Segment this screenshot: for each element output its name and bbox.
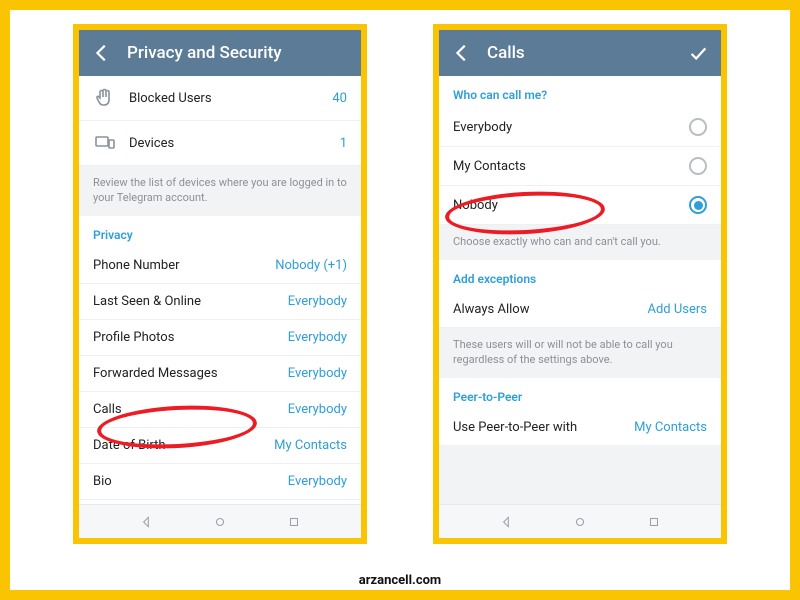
back-arrow-icon[interactable] xyxy=(91,42,113,64)
row-devices[interactable]: Devices 1 xyxy=(79,121,361,166)
row-value: Add Users xyxy=(647,302,707,317)
row-blocked-users[interactable]: Blocked Users 40 xyxy=(79,76,361,121)
row-calls[interactable]: Calls Everybody xyxy=(79,392,361,428)
p2p-header: Peer-to-Peer xyxy=(439,378,721,410)
exceptions-description: These users will or will not be able to … xyxy=(439,328,721,378)
row-phone-number[interactable]: Phone Number Nobody (+1) xyxy=(79,248,361,284)
row-value: Everybody xyxy=(288,366,347,381)
back-arrow-icon[interactable] xyxy=(451,42,473,64)
row-value: My Contacts xyxy=(634,420,707,435)
row-label: Forwarded Messages xyxy=(93,366,288,381)
devices-description: Review the list of devices where you are… xyxy=(79,166,361,216)
phone-privacy: Privacy and Security Blocked Users 40 De… xyxy=(73,24,367,544)
radio-icon[interactable] xyxy=(689,196,707,214)
nav-back-icon[interactable] xyxy=(139,515,153,529)
watermark: arzancell.com xyxy=(10,573,790,588)
row-label: Phone Number xyxy=(93,258,275,273)
row-label: Always Allow xyxy=(453,302,647,317)
check-icon[interactable] xyxy=(687,42,709,64)
row-last-seen[interactable]: Last Seen & Online Everybody xyxy=(79,284,361,320)
row-value: Everybody xyxy=(288,402,347,417)
who-description: Choose exactly who can and can't call yo… xyxy=(439,225,721,260)
row-value: Everybody xyxy=(288,474,347,489)
option-label: My Contacts xyxy=(453,159,689,174)
row-always-allow[interactable]: Always Allow Add Users xyxy=(439,292,721,328)
row-label: Profile Photos xyxy=(93,330,288,345)
nav-home-icon[interactable] xyxy=(213,515,227,529)
spacer xyxy=(439,445,721,504)
row-label: Calls xyxy=(93,402,288,417)
screens-row: Privacy and Security Blocked Users 40 De… xyxy=(10,10,790,544)
row-value: 1 xyxy=(340,136,347,151)
hand-icon xyxy=(93,86,117,110)
appbar-privacy: Privacy and Security xyxy=(79,30,361,76)
option-my-contacts[interactable]: My Contacts xyxy=(439,147,721,186)
row-label: Last Seen & Online xyxy=(93,294,288,309)
content-privacy: Blocked Users 40 Devices 1 Review the li… xyxy=(79,76,361,504)
row-label: Bio xyxy=(93,474,288,489)
option-label: Everybody xyxy=(453,120,689,135)
frame: Privacy and Security Blocked Users 40 De… xyxy=(0,0,800,600)
row-profile-photos[interactable]: Profile Photos Everybody xyxy=(79,320,361,356)
nav-back-icon[interactable] xyxy=(499,515,513,529)
privacy-section-header: Privacy xyxy=(79,216,361,248)
row-value: My Contacts xyxy=(274,438,347,453)
appbar-title: Privacy and Security xyxy=(127,43,349,63)
row-forwarded-messages[interactable]: Forwarded Messages Everybody xyxy=(79,356,361,392)
row-value: 40 xyxy=(332,91,347,106)
option-everybody[interactable]: Everybody xyxy=(439,108,721,147)
android-navbar xyxy=(79,504,361,538)
option-nobody[interactable]: Nobody xyxy=(439,186,721,225)
row-label: Date of Birth xyxy=(93,438,274,453)
nav-recent-icon[interactable] xyxy=(647,515,661,529)
row-date-of-birth[interactable]: Date of Birth My Contacts xyxy=(79,428,361,464)
phone-calls: Calls Who can call me? Everybody My Cont… xyxy=(433,24,727,544)
row-label: Use Peer-to-Peer with xyxy=(453,420,634,435)
row-p2p[interactable]: Use Peer-to-Peer with My Contacts xyxy=(439,410,721,445)
appbar-calls: Calls xyxy=(439,30,721,76)
nav-recent-icon[interactable] xyxy=(287,515,301,529)
row-value: Everybody xyxy=(288,294,347,309)
row-bio[interactable]: Bio Everybody xyxy=(79,464,361,500)
row-label: Blocked Users xyxy=(129,91,332,106)
who-can-call-header: Who can call me? xyxy=(439,76,721,108)
row-label: Devices xyxy=(129,136,340,151)
nav-home-icon[interactable] xyxy=(573,515,587,529)
exceptions-header: Add exceptions xyxy=(439,260,721,292)
devices-icon xyxy=(93,131,117,155)
appbar-title: Calls xyxy=(487,43,687,63)
row-value: Everybody xyxy=(288,330,347,345)
content-calls: Who can call me? Everybody My Contacts N… xyxy=(439,76,721,504)
row-value: Nobody (+1) xyxy=(275,258,347,273)
option-label: Nobody xyxy=(453,198,689,213)
radio-icon[interactable] xyxy=(689,118,707,136)
android-navbar xyxy=(439,504,721,538)
radio-icon[interactable] xyxy=(689,157,707,175)
